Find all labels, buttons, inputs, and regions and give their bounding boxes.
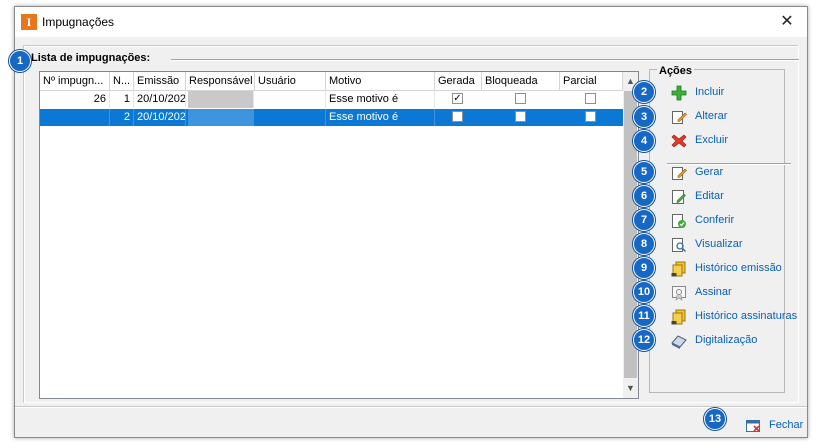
gerada-checkbox[interactable]	[452, 111, 463, 122]
cell-emissao: 20/10/202	[134, 91, 186, 108]
incluir-label: Incluir	[695, 86, 725, 98]
sign-icon	[672, 286, 686, 301]
edit-icon	[672, 111, 687, 124]
editar-button[interactable]: Editar	[671, 187, 799, 207]
delete-icon	[671, 134, 687, 148]
visualizar-button[interactable]: Visualizar	[671, 235, 799, 255]
assinar-button[interactable]: Assinar	[671, 283, 799, 303]
column-header-bloqueada[interactable]: Bloqueada	[482, 72, 560, 90]
bloqueada-checkbox[interactable]	[515, 93, 526, 104]
visualizar-label: Visualizar	[695, 238, 743, 250]
cell-emissao: 20/10/202	[134, 109, 186, 126]
cell-responsavel-redacted	[188, 109, 254, 126]
cell-responsavel-redacted	[188, 91, 254, 108]
alterar-label: Alterar	[695, 110, 728, 122]
cell-n: 2	[110, 109, 134, 126]
window-title: Impugnações	[42, 15, 115, 29]
list-group-label: Lista de impugnações:	[31, 52, 155, 64]
gerar-button[interactable]: Gerar	[671, 163, 799, 183]
close-window-icon	[746, 420, 760, 432]
gerar-label: Gerar	[695, 166, 724, 178]
table-row[interactable]: 2 20/10/202 Esse motivo é	[40, 109, 623, 126]
badge-alterar: 3	[633, 106, 655, 128]
edit-doc-icon	[672, 190, 686, 204]
digitalizacao-label: Digitalização	[695, 334, 758, 346]
assinar-label: Assinar	[695, 286, 732, 298]
badge-gerar: 5	[633, 161, 655, 183]
grid-header: Nº impugn... N... Emissão Responsável Us…	[40, 72, 623, 91]
badge-digitalizacao: 12	[633, 329, 655, 351]
column-header-gerada[interactable]: Gerada	[435, 72, 482, 90]
impugnacoes-window: I Impugnações ✕ Lista de impugnações: Nº…	[14, 6, 808, 438]
conferir-button[interactable]: Conferir	[671, 211, 799, 231]
table-row[interactable]: 26 1 20/10/202 Esse motivo é ✓	[40, 91, 623, 108]
cell-usuario	[255, 91, 326, 108]
title-bar: I Impugnações ✕	[15, 7, 807, 37]
badge-excluir: 4	[633, 130, 655, 152]
column-header-numero[interactable]: Nº impugn...	[40, 72, 110, 90]
cell-usuario	[255, 109, 326, 126]
badge-list: 1	[9, 50, 31, 72]
conferir-label: Conferir	[695, 214, 735, 226]
check-doc-icon	[672, 214, 686, 228]
history-icon	[671, 261, 686, 277]
history-signatures-icon	[671, 309, 686, 325]
cell-numero	[40, 109, 110, 126]
historico-emissao-button[interactable]: Histórico emissão	[671, 259, 799, 279]
column-header-emissao[interactable]: Emissão	[134, 72, 186, 90]
footer-separator	[15, 406, 807, 408]
group-divider	[171, 59, 799, 61]
column-header-parcial[interactable]: Parcial	[560, 72, 623, 90]
scroll-down-icon[interactable]: ▼	[623, 380, 638, 396]
badge-conferir: 7	[633, 209, 655, 231]
parcial-checkbox[interactable]	[585, 111, 596, 122]
preview-icon	[672, 238, 687, 253]
column-header-responsavel[interactable]: Responsável	[186, 72, 255, 90]
close-window-button[interactable]: ✕	[767, 7, 807, 37]
cell-motivo: Esse motivo é	[326, 109, 435, 126]
historico-assinaturas-button[interactable]: Histórico assinaturas	[671, 307, 799, 327]
gerada-checkbox[interactable]: ✓	[452, 93, 463, 104]
plus-icon	[671, 85, 687, 101]
badge-incluir: 2	[633, 81, 655, 103]
column-header-usuario[interactable]: Usuário	[255, 72, 326, 90]
alterar-button[interactable]: Alterar	[671, 107, 799, 127]
app-icon: I	[21, 14, 37, 30]
bloqueada-checkbox[interactable]	[515, 111, 526, 122]
badge-editar: 6	[633, 185, 655, 207]
badge-historico-emissao: 9	[633, 257, 655, 279]
excluir-button[interactable]: Excluir	[671, 131, 799, 151]
badge-assinar: 10	[633, 281, 655, 303]
badge-fechar: 13	[704, 408, 726, 430]
digitalizacao-button[interactable]: Digitalização	[671, 331, 799, 351]
fechar-label: Fechar	[769, 419, 804, 431]
historico-assinaturas-label: Histórico assinaturas	[695, 310, 798, 322]
badge-historico-assinaturas: 11	[633, 305, 655, 327]
fechar-button[interactable]: Fechar	[745, 417, 815, 437]
impugnacoes-grid[interactable]: Nº impugn... N... Emissão Responsável Us…	[39, 71, 639, 399]
generate-icon	[672, 167, 687, 180]
scanner-icon	[671, 335, 687, 349]
historico-emissao-label: Histórico emissão	[695, 262, 782, 274]
cell-numero: 26	[40, 91, 110, 108]
badge-visualizar: 8	[633, 233, 655, 255]
incluir-button[interactable]: Incluir	[671, 83, 799, 103]
excluir-label: Excluir	[695, 134, 729, 146]
cell-n: 1	[110, 91, 134, 108]
parcial-checkbox[interactable]	[585, 93, 596, 104]
column-header-motivo[interactable]: Motivo	[326, 72, 435, 90]
actions-title: Ações	[657, 65, 695, 77]
cell-motivo: Esse motivo é	[326, 91, 435, 108]
editar-label: Editar	[695, 190, 724, 202]
column-header-n[interactable]: N...	[110, 72, 134, 90]
